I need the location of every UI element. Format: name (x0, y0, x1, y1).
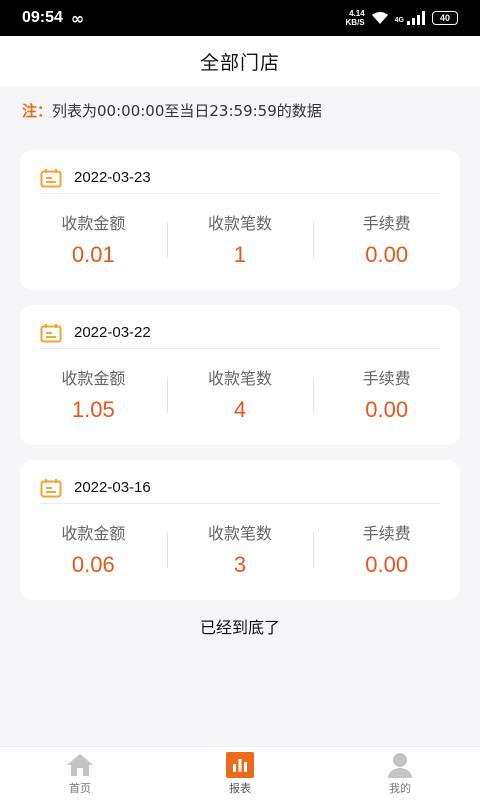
stat-amount: 收款金额 0.01 (20, 210, 167, 276)
stat-fee-value: 0.00 (365, 552, 409, 577)
end-of-list-text: 已经到底了 (199, 618, 280, 637)
stat-amount-value: 1.05 (71, 397, 115, 422)
stat-amount: 收款金额 0.06 (20, 520, 167, 586)
card-date: 2022-03-23 (74, 169, 151, 186)
calendar-icon (40, 478, 62, 497)
status-bar: 09:54 ∞ 4.14 KB/S 4G 40 (0, 0, 480, 36)
stat-count-value: 4 (233, 397, 247, 422)
stat-count-value: 1 (233, 242, 247, 267)
notice-prefix: 注： (22, 102, 53, 120)
stat-amount-value: 0.01 (71, 242, 115, 267)
battery-icon: 40 (432, 11, 458, 25)
stat-fee-label: 手续费 (362, 214, 411, 233)
page-header: 全部门店 (0, 36, 480, 86)
stat-amount-label: 收款金额 (61, 214, 126, 233)
network-type: 4G (394, 17, 404, 24)
report-icon (225, 751, 255, 778)
stat-count-value: 3 (233, 552, 247, 577)
stat-count-label: 收款笔数 (208, 369, 273, 388)
tab-home-label: 首页 (69, 781, 91, 795)
network-speed-unit: KB/S (345, 18, 365, 27)
profile-icon (385, 752, 415, 778)
stat-count: 收款笔数 4 (166, 365, 314, 431)
tab-report-label: 报表 (229, 781, 251, 795)
home-icon (65, 752, 95, 778)
stat-fee: 手续费 0.00 (313, 365, 460, 431)
stat-amount-value: 0.06 (71, 552, 115, 577)
status-time: 09:54 (22, 9, 63, 26)
tab-profile-label: 我的 (389, 781, 411, 795)
stat-amount: 收款金额 1.05 (20, 365, 167, 431)
card-header: 2022-03-23 (40, 162, 440, 194)
bottom-tab-bar: 首页 报表 我的 (0, 746, 480, 800)
record-card[interactable]: 2022-03-23 收款金额 0.01 收款笔数 1 手续费 0.00 (20, 150, 460, 290)
signal-icon (407, 11, 425, 25)
stat-fee-label: 手续费 (362, 369, 411, 388)
stat-fee: 手续费 0.00 (313, 520, 460, 586)
stat-fee: 手续费 0.00 (313, 210, 460, 276)
calendar-icon (40, 323, 62, 342)
calendar-icon (40, 168, 62, 187)
card-stats: 收款金额 0.01 收款笔数 1 手续费 0.00 (20, 210, 460, 276)
wifi-icon (371, 11, 388, 24)
stat-fee-value: 0.00 (365, 242, 409, 267)
card-date: 2022-03-16 (74, 479, 151, 496)
page-title: 全部门店 (199, 51, 280, 74)
network-speed-value: 4.14 (349, 9, 365, 18)
card-header: 2022-03-22 (40, 317, 440, 349)
stat-count-label: 收款笔数 (208, 524, 273, 543)
stat-fee-label: 手续费 (362, 524, 411, 543)
stat-count: 收款笔数 1 (166, 210, 314, 276)
stat-amount-label: 收款金额 (61, 524, 126, 543)
stat-fee-value: 0.00 (365, 397, 409, 422)
record-card[interactable]: 2022-03-16 收款金额 0.06 收款笔数 3 手续费 0.00 (20, 460, 460, 600)
tab-profile[interactable]: 我的 (320, 747, 480, 800)
tab-home[interactable]: 首页 (0, 747, 160, 800)
stat-amount-label: 收款金额 (61, 369, 126, 388)
notice: 注：列表为00:00:00至当日23:59:59的数据 (22, 100, 322, 121)
notice-text: 列表为00:00:00至当日23:59:59的数据 (52, 102, 322, 120)
record-card[interactable]: 2022-03-22 收款金额 1.05 收款笔数 4 手续费 0.00 (20, 305, 460, 445)
card-date: 2022-03-22 (74, 324, 151, 341)
card-stats: 收款金额 0.06 收款笔数 3 手续费 0.00 (20, 520, 460, 586)
card-header: 2022-03-16 (40, 472, 440, 504)
infinity-icon: ∞ (70, 8, 85, 28)
network-speed: 4.14 KB/S (346, 9, 365, 27)
stat-count-label: 收款笔数 (208, 214, 273, 233)
card-stats: 收款金额 1.05 收款笔数 4 手续费 0.00 (20, 365, 460, 431)
tab-report[interactable]: 报表 (160, 747, 320, 800)
stat-count: 收款笔数 3 (166, 520, 314, 586)
